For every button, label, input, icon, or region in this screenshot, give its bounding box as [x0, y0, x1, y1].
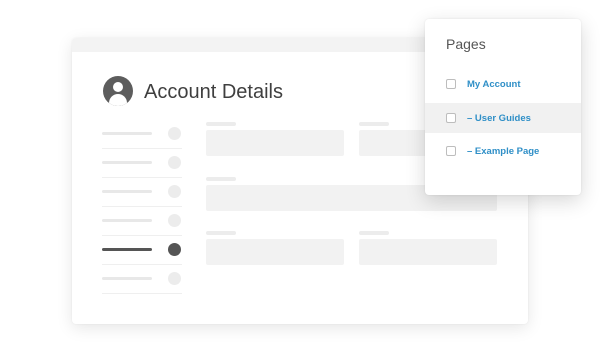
sidebar-item-dot	[168, 272, 181, 285]
sidebar-item-active[interactable]	[102, 235, 182, 265]
sidebar-item-placeholder-text	[102, 161, 152, 164]
pages-dropdown: Pages My Account – User Guides – Example…	[425, 19, 581, 195]
text-field[interactable]	[206, 130, 344, 156]
sidebar-item-placeholder-text	[102, 277, 152, 280]
sidebar-item-dot	[168, 214, 181, 227]
checkbox[interactable]	[446, 113, 456, 123]
page-option-my-account[interactable]: My Account	[425, 69, 581, 99]
text-field[interactable]	[206, 239, 344, 265]
field-label-placeholder	[206, 122, 236, 126]
avatar-body	[109, 94, 127, 106]
sidebar-item-dot	[168, 185, 181, 198]
sidebar-item-dot	[168, 127, 181, 140]
page-option-label[interactable]: – User Guides	[467, 113, 531, 124]
page-option-example-page[interactable]: – Example Page	[425, 136, 581, 166]
checkbox[interactable]	[446, 79, 456, 89]
sidebar-item[interactable]	[102, 264, 182, 294]
page-option-label[interactable]: – Example Page	[467, 146, 539, 157]
field-label-placeholder	[206, 231, 236, 235]
field-label-placeholder	[359, 122, 389, 126]
sidebar-item-dot	[168, 243, 181, 256]
page-title: Account Details	[144, 81, 283, 103]
sidebar-item[interactable]	[102, 206, 182, 236]
pages-dropdown-title: Pages	[446, 36, 486, 52]
sidebar-item-placeholder-text	[102, 219, 152, 222]
page-option-label[interactable]: My Account	[467, 79, 520, 90]
sidebar-item[interactable]	[102, 119, 182, 149]
sidebar-item-dot	[168, 156, 181, 169]
sidebar-item[interactable]	[102, 177, 182, 207]
text-field[interactable]	[359, 239, 497, 265]
field-label-placeholder	[206, 177, 236, 181]
sidebar-item-placeholder-text	[102, 190, 152, 193]
user-avatar-icon	[103, 76, 133, 106]
sidebar-item-placeholder-text	[102, 248, 152, 251]
sidebar-item-placeholder-text	[102, 132, 152, 135]
sidebar-item[interactable]	[102, 148, 182, 178]
avatar-head	[113, 82, 123, 92]
checkbox[interactable]	[446, 146, 456, 156]
field-label-placeholder	[359, 231, 389, 235]
page-option-user-guides[interactable]: – User Guides	[425, 103, 581, 133]
